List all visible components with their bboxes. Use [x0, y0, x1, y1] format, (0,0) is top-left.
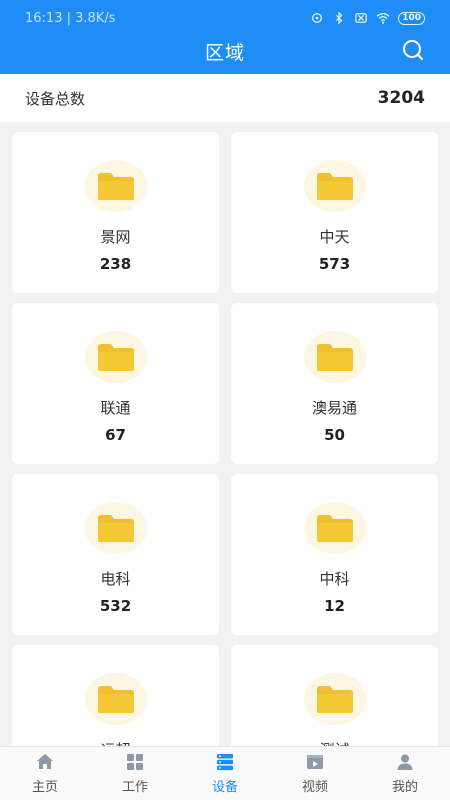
folder-icon-wrap	[84, 673, 147, 725]
tab-label: 工作	[121, 780, 148, 795]
status-speed: 3.8K/s	[75, 10, 116, 26]
device-total-label: 设备总数	[25, 89, 86, 108]
top-header: 16:13 | 3.8K/s 100 区域	[0, 0, 450, 74]
bottom-tab-bar: 主页 工作 设备 视频 我的	[0, 746, 450, 800]
status-separator: |	[66, 10, 76, 26]
battery-indicator: 100	[398, 11, 425, 25]
status-left: 16:13 | 3.8K/s	[25, 11, 115, 26]
area-card[interactable]: 澳易通 50	[231, 303, 438, 464]
video-icon	[307, 755, 323, 769]
area-count: 573	[318, 255, 351, 273]
tab-devices[interactable]: 设备	[180, 747, 270, 800]
status-bar: 16:13 | 3.8K/s 100	[25, 8, 425, 28]
wifi-icon	[376, 13, 390, 24]
search-icon[interactable]	[401, 38, 425, 62]
area-card[interactable]: 电科 532	[12, 474, 219, 635]
area-name: 测试	[319, 739, 349, 746]
tab-home[interactable]: 主页	[0, 747, 90, 800]
folder-icon	[97, 686, 134, 713]
server-icon	[217, 754, 233, 771]
area-name: 景网	[100, 228, 131, 246]
device-total-value: 3204	[377, 88, 425, 108]
status-right: 100	[310, 11, 425, 25]
folder-icon-wrap	[303, 331, 366, 383]
area-card[interactable]: 中科 12	[231, 474, 438, 635]
folder-icon	[97, 173, 134, 200]
folder-icon-wrap	[84, 502, 147, 554]
page-title: 区域	[204, 42, 245, 64]
hotspot-icon	[312, 13, 323, 23]
tab-label: 我的	[391, 780, 418, 795]
area-count: 12	[324, 597, 345, 615]
user-icon	[397, 754, 413, 770]
bluetooth-icon	[336, 12, 343, 24]
folder-icon-wrap	[303, 673, 366, 725]
folder-icon	[316, 515, 353, 542]
area-count: 532	[99, 597, 132, 615]
sim-off-icon	[355, 13, 367, 23]
tab-label: 主页	[31, 780, 58, 795]
tab-label: 视频	[301, 780, 328, 795]
tab-video[interactable]: 视频	[270, 747, 360, 800]
folder-icon	[316, 686, 353, 713]
area-count: 67	[105, 426, 126, 444]
area-card[interactable]: 景网 238	[12, 132, 219, 293]
folder-icon	[97, 344, 134, 371]
folder-icon	[97, 515, 134, 542]
area-grid: 景网 238 中天 573 联通 67 澳易通 50 电科 532 中科 12	[12, 132, 438, 746]
home-icon	[37, 754, 53, 769]
area-name: 电科	[100, 570, 131, 588]
area-card[interactable]: 中天 573	[231, 132, 438, 293]
folder-icon-wrap	[84, 160, 147, 212]
area-card[interactable]: 测试	[231, 645, 438, 746]
tab-mine[interactable]: 我的	[360, 747, 450, 800]
area-name: 中科	[319, 570, 350, 588]
folder-icon-wrap	[303, 502, 366, 554]
folder-icon	[316, 344, 353, 371]
folder-icon-wrap	[303, 160, 366, 212]
area-card[interactable]: 远超	[12, 645, 219, 746]
area-count: 50	[324, 426, 345, 444]
tab-label: 设备	[211, 780, 238, 795]
folder-icon	[316, 173, 353, 200]
device-total-row: 设备总数 3204	[0, 74, 450, 122]
tab-work[interactable]: 工作	[90, 747, 180, 800]
area-name: 远超	[100, 739, 130, 746]
area-count: 238	[99, 255, 132, 273]
area-card[interactable]: 联通 67	[12, 303, 219, 464]
area-name: 联通	[100, 399, 131, 417]
status-time: 16:13	[25, 10, 63, 26]
grid-icon	[127, 754, 143, 770]
folder-icon-wrap	[84, 331, 147, 383]
area-name: 澳易通	[311, 399, 357, 417]
area-name: 中天	[319, 228, 350, 246]
